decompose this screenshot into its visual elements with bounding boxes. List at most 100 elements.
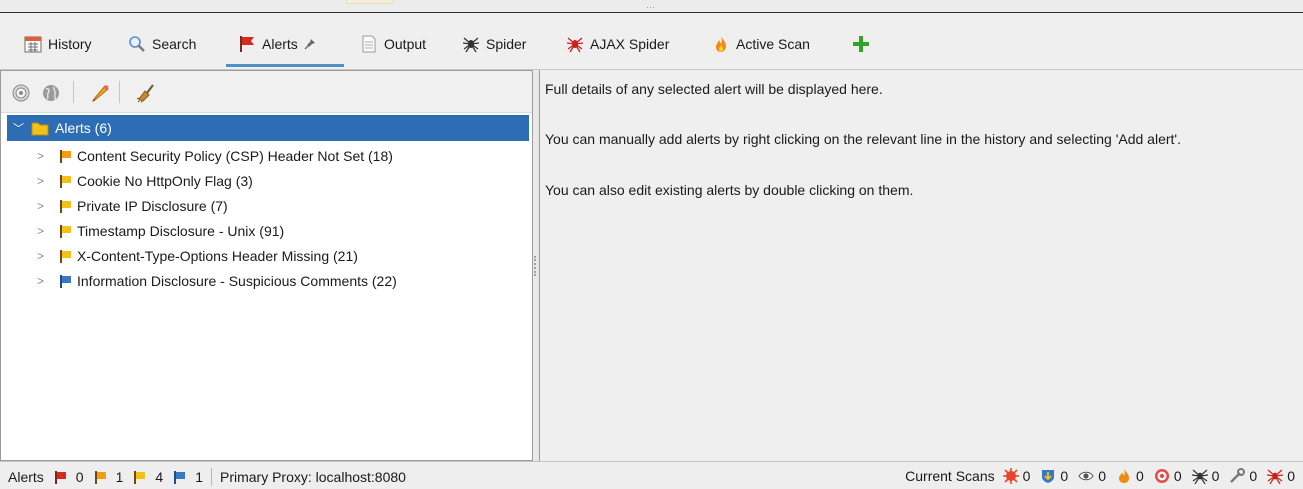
- tab-alerts-label: Alerts: [262, 36, 298, 52]
- plus-icon: [852, 35, 870, 53]
- tab-bar: History Search Alerts Output Spider AJAX…: [0, 12, 1303, 70]
- alerts-toolbar: [1, 71, 532, 113]
- tree-item-alert[interactable]: > Private IP Disclosure (7): [37, 194, 228, 218]
- details-text-line: You can manually add alerts by right cli…: [545, 131, 1181, 147]
- tab-spider-label: Spider: [486, 36, 527, 52]
- folder-icon: [31, 120, 49, 136]
- low-alert-count: 4: [155, 469, 164, 485]
- tab-output-label: Output: [384, 36, 427, 52]
- low-risk-flag-icon: [133, 470, 146, 484]
- chevron-right-icon[interactable]: >: [37, 274, 49, 288]
- low-risk-flag-icon: [59, 224, 72, 238]
- status-bar: Alerts 0 1 4 1 Primary Proxy: localhost:…: [0, 461, 1303, 489]
- current-scans-label: Current Scans: [905, 468, 995, 484]
- download-shield-icon: [1040, 468, 1056, 484]
- tab-ajax-spider-label: AJAX Spider: [590, 36, 670, 52]
- tab-history[interactable]: History: [24, 31, 106, 67]
- toolbar-separator: [119, 81, 120, 103]
- eye-icon: [1078, 468, 1094, 484]
- scan-count: 0: [1249, 468, 1258, 484]
- tab-search-label: Search: [152, 36, 197, 52]
- status-alerts-label: Alerts: [8, 469, 44, 485]
- info-alert-count: 1: [195, 469, 203, 485]
- alert-label: Private IP Disclosure (7): [77, 198, 228, 214]
- red-spider-icon: [1267, 468, 1284, 485]
- tab-active-scan[interactable]: Active Scan: [712, 31, 826, 67]
- current-scans: Current Scans 0 0 0 0 0 0 0 0: [905, 468, 1295, 485]
- alert-label: Information Disclosure - Suspicious Comm…: [77, 273, 397, 289]
- add-tab-button[interactable]: [852, 31, 876, 67]
- scan-count: 0: [1173, 468, 1182, 484]
- splitter-grip[interactable]: [534, 256, 537, 276]
- chevron-right-icon[interactable]: >: [37, 249, 49, 263]
- magnifier-icon: [128, 35, 146, 53]
- scan-count: 0: [1060, 468, 1069, 484]
- calendar-icon: [24, 35, 42, 53]
- tree-root-alerts[interactable]: ﹀ Alerts (6): [7, 115, 529, 141]
- high-risk-flag-icon: [54, 470, 67, 484]
- alert-summary: Alerts 0 1 4 1 Primary Proxy: localhost:…: [8, 468, 406, 486]
- window-top-strip: ⋯: [0, 0, 1303, 12]
- globe-icon[interactable]: [41, 83, 61, 103]
- wrench-icon: [1229, 468, 1246, 484]
- info-risk-flag-icon: [173, 470, 186, 484]
- target-icon: [1154, 468, 1170, 484]
- spider-icon: [1191, 468, 1208, 485]
- target-icon[interactable]: [11, 83, 31, 103]
- broom-icon[interactable]: [135, 83, 155, 103]
- low-risk-flag-icon: [59, 249, 72, 263]
- primary-proxy: Primary Proxy: localhost:8080: [219, 469, 406, 485]
- flame-icon: [712, 35, 730, 53]
- status-separator: [210, 468, 212, 486]
- scan-burst-icon: [1002, 468, 1019, 484]
- document-icon: [360, 35, 378, 53]
- scan-count: 0: [1022, 468, 1031, 484]
- low-risk-flag-icon: [59, 174, 72, 188]
- info-risk-flag-icon: [59, 274, 72, 288]
- alert-details-panel: Full details of any selected alert will …: [539, 70, 1303, 461]
- tree-item-alert[interactable]: > Timestamp Disclosure - Unix (91): [37, 219, 284, 243]
- low-risk-flag-icon: [59, 199, 72, 213]
- scan-count: 0: [1136, 468, 1144, 484]
- scan-count: 0: [1098, 468, 1107, 484]
- details-text-line: You can also edit existing alerts by dou…: [545, 182, 914, 198]
- pin-icon[interactable]: [304, 37, 316, 50]
- tree-root-label: Alerts (6): [55, 120, 112, 136]
- medium-risk-flag-icon: [59, 149, 72, 163]
- resize-grip[interactable]: ⋯: [646, 3, 656, 12]
- chevron-right-icon[interactable]: >: [37, 199, 49, 213]
- chevron-right-icon[interactable]: >: [37, 149, 49, 163]
- tab-spider[interactable]: Spider: [462, 31, 542, 67]
- spider-icon: [462, 35, 480, 53]
- tab-search[interactable]: Search: [128, 31, 212, 67]
- red-flag-icon: [238, 35, 256, 53]
- tree-item-alert[interactable]: > Cookie No HttpOnly Flag (3): [37, 169, 253, 193]
- scan-count: 0: [1211, 468, 1220, 484]
- details-text-line: Full details of any selected alert will …: [545, 81, 883, 97]
- red-spider-icon: [566, 35, 584, 53]
- medium-alert-count: 1: [115, 469, 124, 485]
- alert-label: X-Content-Type-Options Header Missing (2…: [77, 248, 358, 264]
- alerts-tree-panel: ﹀ Alerts (6) > Content Security Policy (…: [0, 70, 533, 461]
- alert-label: Content Security Policy (CSP) Header Not…: [77, 148, 393, 164]
- collapsed-panel-handle[interactable]: [346, 0, 394, 4]
- toolbar-separator: [73, 81, 74, 103]
- tree-item-alert[interactable]: > Information Disclosure - Suspicious Co…: [37, 269, 397, 293]
- medium-risk-flag-icon: [94, 470, 107, 484]
- tab-ajax-spider[interactable]: AJAX Spider: [566, 31, 688, 67]
- tab-alerts[interactable]: Alerts: [226, 31, 344, 67]
- chevron-right-icon[interactable]: >: [37, 224, 49, 238]
- pencil-icon[interactable]: [91, 83, 111, 103]
- tab-history-label: History: [48, 36, 92, 52]
- tree-item-alert[interactable]: > Content Security Policy (CSP) Header N…: [37, 144, 393, 168]
- high-alert-count: 0: [75, 469, 84, 485]
- chevron-right-icon[interactable]: >: [37, 174, 49, 188]
- alert-label: Cookie No HttpOnly Flag (3): [77, 173, 253, 189]
- tab-output[interactable]: Output: [360, 31, 446, 67]
- scan-count: 0: [1287, 468, 1295, 484]
- alert-label: Timestamp Disclosure - Unix (91): [77, 223, 285, 239]
- chevron-down-icon[interactable]: ﹀: [13, 120, 27, 136]
- flame-icon: [1116, 468, 1132, 484]
- tab-active-scan-label: Active Scan: [736, 36, 810, 52]
- tree-item-alert[interactable]: > X-Content-Type-Options Header Missing …: [37, 244, 358, 268]
